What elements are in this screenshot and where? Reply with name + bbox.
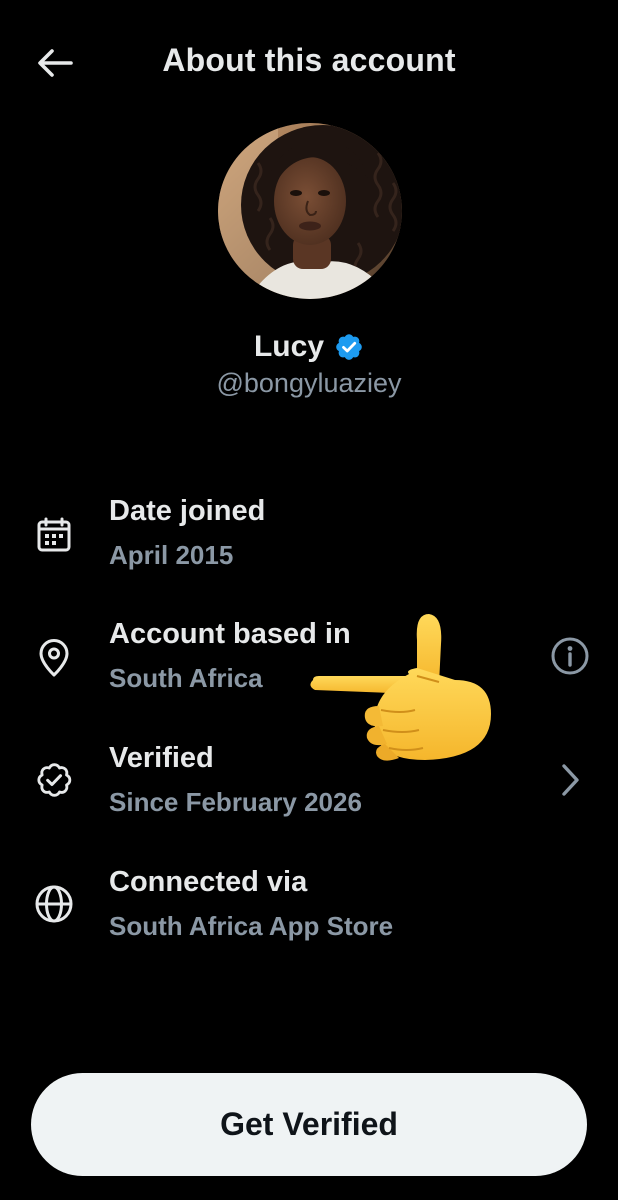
verified-details-button[interactable]	[548, 758, 592, 802]
row-label: Verified	[109, 742, 214, 774]
header: About this account	[0, 0, 618, 125]
get-verified-button[interactable]: Get Verified	[31, 1073, 587, 1176]
backhand-index-pointing-left-emoji	[305, 610, 500, 770]
row-date-joined: Date joined April 2015	[0, 495, 618, 605]
info-button[interactable]	[548, 634, 592, 678]
row-value: South Africa	[109, 663, 263, 693]
row-value: South Africa App Store	[109, 911, 394, 941]
verified-check-icon	[34, 760, 74, 800]
profile-name: Lucy	[253, 330, 325, 363]
verified-badge-icon	[336, 334, 362, 360]
chevron-right-icon	[562, 764, 579, 796]
profile-photo	[218, 123, 402, 299]
profile-handle: @bongyluaziey	[216, 368, 402, 398]
avatar[interactable]	[218, 123, 402, 299]
row-connected-via: Connected via South Africa App Store	[0, 866, 618, 976]
row-label: Date joined	[109, 495, 266, 527]
profile-name-row: Lucy	[0, 330, 618, 364]
row-value: April 2015	[109, 540, 234, 570]
page-title: About this account	[162, 42, 456, 78]
location-pin-icon	[34, 638, 74, 678]
globe-icon	[34, 884, 74, 924]
row-label: Connected via	[109, 866, 308, 898]
calendar-icon	[34, 515, 74, 555]
row-value: Since February 2026	[109, 787, 362, 817]
info-icon	[551, 637, 589, 675]
get-verified-label: Get Verified	[220, 1106, 398, 1142]
